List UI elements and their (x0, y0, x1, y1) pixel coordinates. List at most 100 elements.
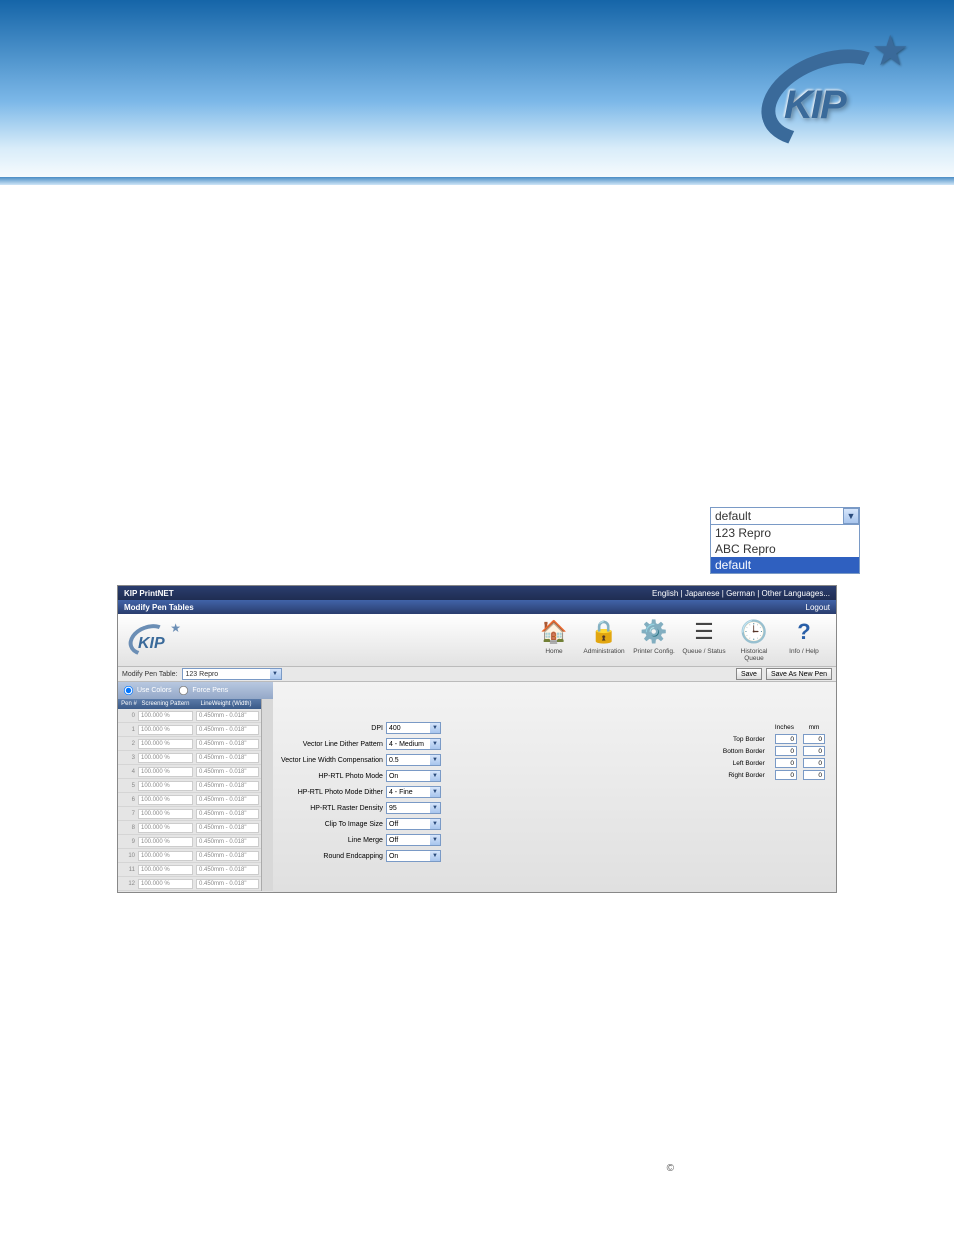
pen-number: 2 (120, 741, 138, 747)
setting-select[interactable]: Off▼ (386, 818, 441, 830)
pen-row[interactable]: 9100.000 %0.450mm - 0.018" (118, 835, 261, 849)
dropdown-option[interactable]: default (711, 557, 859, 573)
lineweight-input[interactable]: 0.450mm - 0.018" (196, 865, 259, 875)
border-label: Bottom Border (720, 745, 769, 757)
setting-select[interactable]: 0.5▼ (386, 754, 441, 766)
col-screening: Screening Pattern (138, 701, 193, 707)
border-label: Right Border (720, 769, 769, 781)
lineweight-input[interactable]: 0.450mm - 0.018" (196, 823, 259, 833)
lineweight-input[interactable]: 0.450mm - 0.018" (196, 781, 259, 791)
main-content: Use Colors Force Pens Pen # Screening Pa… (118, 682, 836, 892)
save-as-new-button[interactable]: Save As New Pen (766, 668, 832, 680)
screening-input[interactable]: 100.000 % (138, 711, 193, 721)
pen-table-panel: Use Colors Force Pens Pen # Screening Pa… (118, 682, 273, 892)
border-row: Left Border00 (720, 757, 828, 769)
pen-row[interactable]: 0100.000 %0.450mm - 0.018" (118, 709, 261, 723)
pen-row[interactable]: 4100.000 %0.450mm - 0.018" (118, 765, 261, 779)
screening-input[interactable]: 100.000 % (138, 753, 193, 763)
chevron-down-icon: ▼ (430, 723, 440, 733)
pen-row[interactable]: 2100.000 %0.450mm - 0.018" (118, 737, 261, 751)
lineweight-input[interactable]: 0.450mm - 0.018" (196, 851, 259, 861)
pen-row[interactable]: 1100.000 %0.450mm - 0.018" (118, 723, 261, 737)
force-pens-radio[interactable]: Force Pens (177, 687, 228, 694)
lineweight-input[interactable]: 0.450mm - 0.018" (196, 767, 259, 777)
border-row: Top Border00 (720, 733, 828, 745)
pen-row[interactable]: 6100.000 %0.450mm - 0.018" (118, 793, 261, 807)
screening-input[interactable]: 100.000 % (138, 795, 193, 805)
setting-row: Vector Line Width Compensation0.5▼ (281, 754, 441, 766)
setting-label: HP-RTL Photo Mode Dither (298, 789, 383, 796)
pen-number: 4 (120, 769, 138, 775)
dropdown-option[interactable]: 123 Repro (711, 525, 859, 541)
screening-input[interactable]: 100.000 % (138, 879, 193, 889)
border-inches-input[interactable]: 0 (775, 758, 797, 768)
pen-row[interactable]: 10100.000 %0.450mm - 0.018" (118, 849, 261, 863)
lang-link[interactable]: English (652, 589, 678, 598)
lineweight-input[interactable]: 0.450mm - 0.018" (196, 809, 259, 819)
screening-input[interactable]: 100.000 % (138, 767, 193, 777)
pen-table-select[interactable]: 123 Repro ▼ (182, 668, 282, 680)
chevron-down-icon: ▼ (270, 669, 281, 679)
lineweight-input[interactable]: 0.450mm - 0.018" (196, 795, 259, 805)
home-icon: 🏠 (539, 618, 569, 646)
chevron-down-icon[interactable]: ▼ (843, 508, 859, 524)
lang-link[interactable]: Other Languages... (762, 589, 831, 598)
lock-icon: 🔒 (589, 618, 619, 646)
setting-value: 95 (389, 805, 397, 812)
screening-input[interactable]: 100.000 % (138, 823, 193, 833)
nav-home[interactable]: 🏠 Home (530, 618, 578, 662)
lineweight-input[interactable]: 0.450mm - 0.018" (196, 837, 259, 847)
border-mm-input[interactable]: 0 (803, 770, 825, 780)
screening-input[interactable]: 100.000 % (138, 739, 193, 749)
border-row: Bottom Border 00 (720, 745, 828, 757)
pen-row[interactable]: 8100.000 %0.450mm - 0.018" (118, 821, 261, 835)
pen-row[interactable]: 12100.000 %0.450mm - 0.018" (118, 877, 261, 891)
setting-select[interactable]: 95▼ (386, 802, 441, 814)
pen-row[interactable]: 3100.000 %0.450mm - 0.018" (118, 751, 261, 765)
setting-select[interactable]: 4 - Fine▼ (386, 786, 441, 798)
lineweight-input[interactable]: 0.450mm - 0.018" (196, 711, 259, 721)
save-button[interactable]: Save (736, 668, 762, 680)
border-inches-input[interactable]: 0 (775, 734, 797, 744)
setting-select[interactable]: 4 - Medium▼ (386, 738, 441, 750)
nav-queue-status[interactable]: ☰ Queue / Status (680, 618, 728, 662)
border-inches-input[interactable]: 0 (775, 746, 797, 756)
lineweight-input[interactable]: 0.450mm - 0.018" (196, 879, 259, 889)
pen-row[interactable]: 7100.000 %0.450mm - 0.018" (118, 807, 261, 821)
col-mm: mm (800, 722, 828, 733)
nav-printer-config[interactable]: ⚙️ Printer Config. (630, 618, 678, 662)
nav-historical-queue[interactable]: 🕒 Historical Queue (730, 618, 778, 662)
lineweight-input[interactable]: 0.450mm - 0.018" (196, 753, 259, 763)
use-colors-radio[interactable]: Use Colors (122, 687, 172, 694)
border-mm-input[interactable]: 0 (803, 758, 825, 768)
setting-select[interactable]: 400▼ (386, 722, 441, 734)
screening-input[interactable]: 100.000 % (138, 851, 193, 861)
nav-administration[interactable]: 🔒 Administration (580, 618, 628, 662)
pen-table-dropdown[interactable]: default ▼ 123 Repro ABC Repro default (710, 507, 860, 574)
lineweight-input[interactable]: 0.450mm - 0.018" (196, 739, 259, 749)
screening-input[interactable]: 100.000 % (138, 809, 193, 819)
setting-label: Line Merge (348, 837, 383, 844)
pen-table-header: Pen # Screening Pattern LineWeight (Widt… (118, 699, 261, 709)
screening-input[interactable]: 100.000 % (138, 781, 193, 791)
setting-select[interactable]: Off▼ (386, 834, 441, 846)
logout-link[interactable]: Logout (806, 603, 830, 612)
dropdown-option[interactable]: ABC Repro (711, 541, 859, 557)
border-mm-input[interactable]: 0 (803, 746, 825, 756)
border-mm-input[interactable]: 0 (803, 734, 825, 744)
screening-input[interactable]: 100.000 % (138, 725, 193, 735)
screening-input[interactable]: 100.000 % (138, 865, 193, 875)
setting-select[interactable]: On▼ (386, 770, 441, 782)
scrollbar[interactable] (261, 699, 273, 891)
pen-row[interactable]: 5100.000 %0.450mm - 0.018" (118, 779, 261, 793)
setting-select[interactable]: On▼ (386, 850, 441, 862)
toolbar-label: Modify Pen Table: (122, 671, 178, 678)
lang-link[interactable]: Japanese (685, 589, 720, 598)
lang-link[interactable]: German (726, 589, 755, 598)
border-inches-input[interactable]: 0 (775, 770, 797, 780)
pen-row[interactable]: 11100.000 %0.450mm - 0.018" (118, 863, 261, 877)
screening-input[interactable]: 100.000 % (138, 837, 193, 847)
lineweight-input[interactable]: 0.450mm - 0.018" (196, 725, 259, 735)
nav-info-help[interactable]: ? Info / Help (780, 618, 828, 662)
chevron-down-icon: ▼ (430, 771, 440, 781)
